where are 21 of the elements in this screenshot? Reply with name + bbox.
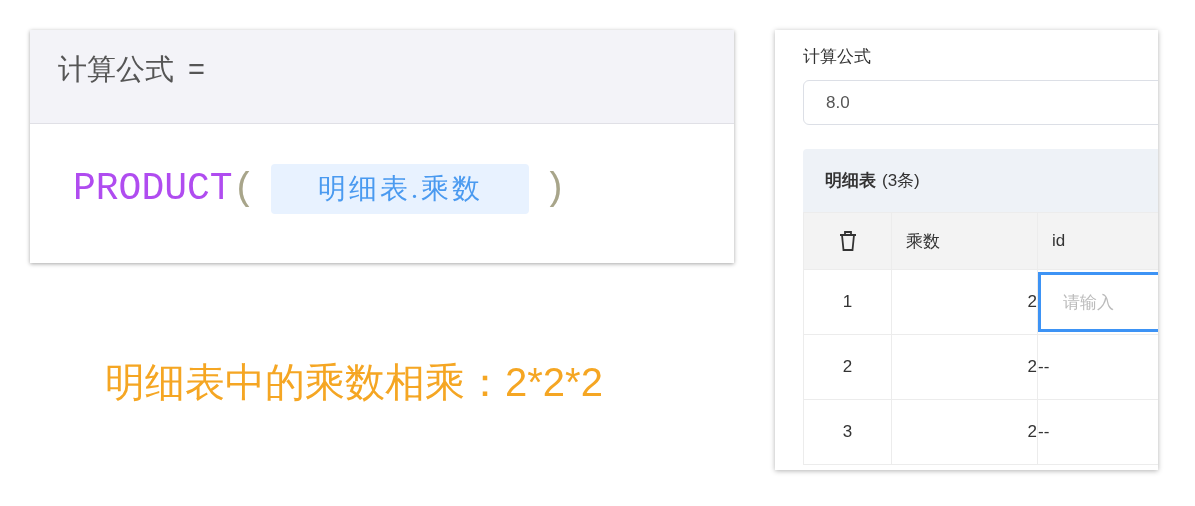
open-parenthesis: ( (232, 167, 256, 210)
table-cell: 2 (891, 334, 1038, 400)
row-count: (3条) (882, 170, 920, 192)
equals-sign: = (188, 53, 205, 86)
subtable-title: 明细表 (825, 170, 876, 192)
column-header: id (1037, 212, 1158, 270)
caption-text: 明细表中的乘数相乘：2*2*2 (105, 360, 603, 404)
formula-title: 计算公式 (58, 51, 174, 87)
column-header: 乘数 (891, 212, 1038, 270)
table-cell: 2 (891, 269, 1038, 335)
trash-icon[interactable] (837, 230, 858, 252)
result-field[interactable]: 8.0 (803, 80, 1158, 125)
row-number: 2 (803, 334, 892, 400)
row-number: 3 (803, 399, 892, 465)
close-parenthesis: ) (543, 167, 567, 210)
row-number: 1 (803, 269, 892, 335)
field-label: 计算公式 (803, 46, 872, 68)
field-token[interactable]: 明细表.乘数 (271, 163, 530, 214)
function-name: PRODUCT (73, 167, 233, 210)
input-field[interactable]: 请输入 (1038, 272, 1158, 332)
table-cell: 2 (891, 399, 1038, 465)
